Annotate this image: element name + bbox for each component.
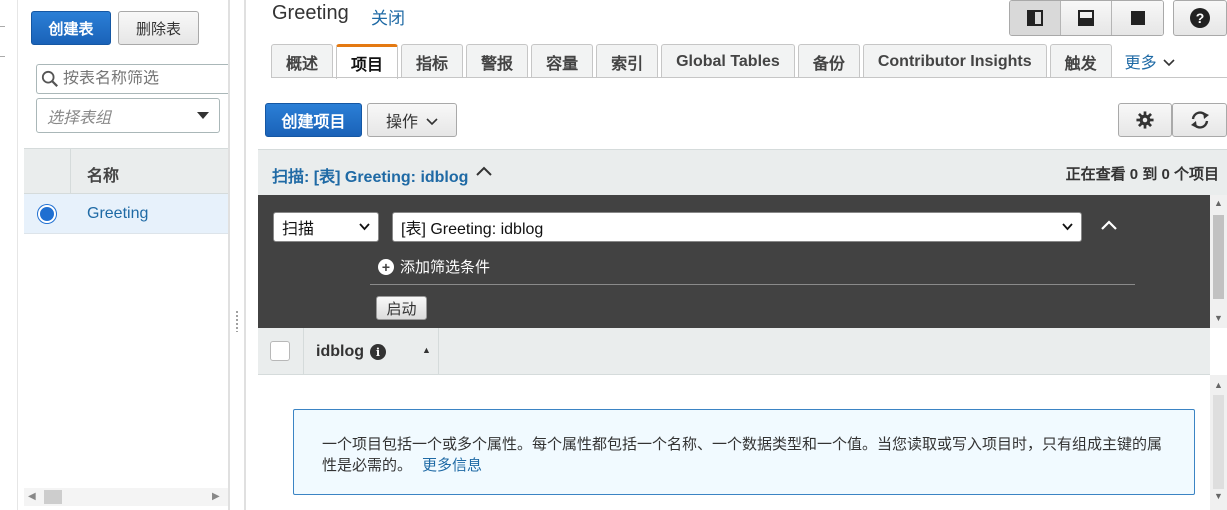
idblog-column-header[interactable]: idblog — [316, 343, 364, 361]
help-button[interactable]: ? — [1173, 0, 1227, 36]
scan-mode-value: 扫描 — [282, 221, 315, 238]
scan-mode-select[interactable]: 扫描 — [273, 212, 379, 242]
item-count-status: 正在查看 0 到 0 个项目 — [1065, 166, 1219, 183]
scan-target-select[interactable]: [表] Greeting: idblog — [392, 212, 1082, 242]
scrollbar-thumb[interactable] — [44, 490, 62, 504]
table-name-link[interactable]: Greeting — [87, 205, 148, 223]
layout-toggle-group — [1009, 0, 1164, 36]
actions-dropdown-button[interactable]: 操作 — [367, 103, 457, 137]
table-detail-panel: Greeting 关闭 ? 概述 项目 指标 警报 容量 索引 Global T… — [246, 0, 1227, 510]
scroll-right-arrow-icon[interactable]: ▶ — [212, 491, 220, 502]
drag-grip-icon[interactable] — [235, 310, 239, 332]
tab-contributor-insights[interactable]: Contributor Insights — [862, 44, 1047, 78]
page-title: Greeting — [272, 2, 349, 24]
table-filter-input[interactable] — [63, 70, 228, 88]
actions-label: 操作 — [385, 114, 418, 131]
layout-split-horizontal-button[interactable] — [1061, 1, 1112, 35]
table-group-placeholder: 选择表组 — [47, 109, 112, 127]
tab-overview[interactable]: 概述 — [271, 44, 334, 78]
start-scan-button[interactable]: 启动 — [376, 296, 427, 320]
chevron-down-icon — [1062, 223, 1073, 231]
close-link[interactable]: 关闭 — [371, 4, 405, 29]
search-icon — [41, 70, 58, 87]
table-filter-field[interactable] — [36, 64, 228, 94]
horizontal-scrollbar[interactable]: ◀ ▶ — [24, 488, 228, 506]
scroll-up-arrow-icon[interactable]: ▲ — [1214, 380, 1223, 390]
table-list-header: 名称 — [24, 148, 228, 195]
chevron-down-icon — [1163, 58, 1175, 66]
gear-icon — [1136, 111, 1154, 129]
panel-splitter[interactable] — [228, 0, 246, 510]
tab-backups[interactable]: 备份 — [797, 44, 860, 78]
sort-ascending-icon[interactable]: ▲ — [422, 345, 431, 355]
items-grid-header: idblog i ▲ — [258, 328, 1210, 375]
create-table-button[interactable]: 创建表 — [31, 11, 111, 45]
split-vertical-icon — [1027, 10, 1043, 26]
create-item-button[interactable]: 创建项目 — [265, 103, 362, 137]
query-panel: 扫描 [表] Greeting: idblog + 添加筛选条件 启动 — [258, 195, 1210, 328]
tab-metrics[interactable]: 指标 — [401, 44, 464, 78]
tab-capacity[interactable]: 容量 — [531, 44, 594, 78]
plus-circle-icon: + — [378, 258, 394, 275]
tab-indexes[interactable]: 索引 — [596, 44, 659, 78]
chevron-down-icon — [426, 117, 438, 125]
layout-split-vertical-button[interactable] — [1010, 1, 1061, 35]
edge-mark — [0, 26, 5, 27]
collapse-caret-icon[interactable] — [476, 166, 492, 176]
left-edge-strip — [0, 0, 18, 510]
refresh-button[interactable] — [1172, 103, 1227, 137]
scroll-down-arrow-icon[interactable]: ▼ — [1214, 491, 1223, 501]
tab-bar: 概述 项目 指标 警报 容量 索引 Global Tables 备份 Contr… — [271, 43, 1188, 79]
tab-alarms[interactable]: 警报 — [466, 44, 529, 78]
tab-bar-underline — [271, 77, 1227, 78]
table-row[interactable]: Greeting — [24, 194, 228, 234]
split-horizontal-icon — [1078, 10, 1094, 26]
more-info-link[interactable]: 更多信息 — [422, 457, 482, 474]
delete-table-button[interactable]: 删除表 — [118, 11, 199, 45]
tab-items[interactable]: 项目 — [336, 44, 399, 79]
help-icon: ? — [1190, 8, 1210, 28]
scrollbar-thumb[interactable] — [1213, 215, 1224, 299]
chevron-down-icon — [359, 223, 370, 231]
refresh-icon — [1190, 111, 1209, 129]
add-filter-label: 添加筛选条件 — [400, 259, 491, 276]
add-filter-link[interactable]: + 添加筛选条件 — [378, 256, 490, 277]
scan-summary-bar: 扫描: [表] Greeting: idblog 正在查看 0 到 0 个项目 — [258, 149, 1227, 195]
scrollbar-thumb[interactable] — [1213, 395, 1224, 489]
layout-full-button[interactable] — [1112, 1, 1163, 35]
tab-more-menu[interactable]: 更多 — [1115, 44, 1185, 78]
tab-triggers[interactable]: 触发 — [1049, 44, 1112, 78]
scroll-left-arrow-icon[interactable]: ◀ — [28, 491, 36, 502]
info-icon[interactable]: i — [370, 344, 386, 360]
edge-mark — [0, 56, 5, 57]
query-panel-scrollbar[interactable]: ▲ ▼ — [1210, 195, 1227, 328]
full-view-icon — [1130, 11, 1145, 25]
select-all-checkbox[interactable] — [270, 341, 290, 361]
collapse-panel-icon[interactable] — [1100, 219, 1118, 231]
info-message-box: 一个项目包括一个或多个属性。每个属性都包括一个名称、一个数据类型和一个值。当您读… — [293, 409, 1195, 495]
table-list-panel: 创建表 删除表 选择表组 名称 Greeting ◀ ▶ — [18, 0, 228, 510]
scan-target-value: [表] Greeting: idblog — [401, 221, 544, 238]
divider — [370, 284, 1135, 285]
table-group-select[interactable]: 选择表组 — [36, 98, 220, 133]
settings-button[interactable] — [1118, 103, 1172, 137]
name-column-header[interactable]: 名称 — [87, 162, 119, 186]
table-radio-selected[interactable] — [38, 205, 56, 223]
tab-more-label: 更多 — [1124, 55, 1157, 72]
caret-down-icon — [197, 111, 209, 119]
scroll-up-arrow-icon[interactable]: ▲ — [1214, 198, 1223, 208]
scan-title-link[interactable]: 扫描: [表] Greeting: idblog — [272, 163, 468, 187]
grid-scrollbar[interactable]: ▲ ▼ — [1210, 375, 1227, 510]
tab-global-tables[interactable]: Global Tables — [661, 44, 795, 78]
scroll-down-arrow-icon[interactable]: ▼ — [1214, 313, 1223, 323]
